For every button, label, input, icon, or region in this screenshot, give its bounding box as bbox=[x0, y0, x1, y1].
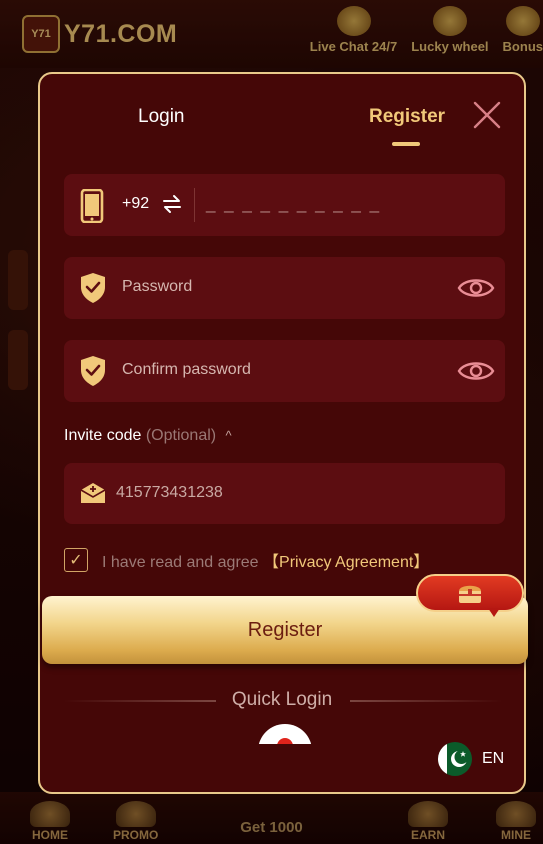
invite-code-input[interactable]: 415773431238 bbox=[116, 484, 223, 502]
agreement-text: I have read and agree 【Privacy Agreement… bbox=[102, 548, 429, 572]
language-code: EN bbox=[482, 750, 505, 767]
eye-icon[interactable] bbox=[457, 273, 495, 303]
register-modal: Login Register +92 _ _ _ _ _ _ _ _ _ _ P… bbox=[38, 72, 528, 794]
field-divider bbox=[194, 188, 195, 222]
swap-icon[interactable] bbox=[162, 192, 182, 216]
invite-optional-label: (Optional) bbox=[145, 427, 217, 444]
tab-register[interactable]: Register bbox=[369, 106, 445, 128]
chevron-up-icon: ^ bbox=[225, 428, 232, 443]
language-selector[interactable]: EN bbox=[438, 742, 504, 776]
agreement-row: ✓ I have read and agree 【Privacy Agreeme… bbox=[64, 548, 429, 572]
confirm-password-field[interactable]: Confirm password bbox=[64, 340, 505, 402]
quick-login-icon bbox=[258, 724, 312, 744]
pakistan-flag-icon bbox=[438, 742, 472, 776]
password-field[interactable]: Password bbox=[64, 257, 505, 319]
agreement-label: I have read and agree bbox=[102, 554, 259, 571]
confirm-password-input[interactable]: Confirm password bbox=[122, 361, 251, 379]
shield-icon bbox=[81, 356, 105, 386]
shield-icon bbox=[81, 273, 105, 303]
invite-code-toggle[interactable]: Invite code (Optional) ^ bbox=[64, 427, 232, 445]
gift-bubble[interactable] bbox=[416, 574, 524, 612]
privacy-agreement-link[interactable]: 【Privacy Agreement】 bbox=[263, 554, 429, 571]
phone-field[interactable]: +92 _ _ _ _ _ _ _ _ _ _ bbox=[64, 174, 505, 236]
gift-bubble-tail bbox=[488, 608, 500, 617]
phone-input[interactable]: _ _ _ _ _ _ _ _ _ _ bbox=[206, 194, 381, 214]
invite-code-field[interactable]: 415773431238 bbox=[64, 463, 505, 524]
quick-login-divider-right bbox=[350, 700, 502, 702]
eye-icon[interactable] bbox=[457, 356, 495, 386]
close-icon[interactable] bbox=[472, 100, 502, 130]
quick-login-icon-dot bbox=[277, 738, 293, 744]
tab-active-indicator bbox=[392, 142, 420, 146]
tab-login[interactable]: Login bbox=[138, 106, 185, 128]
agreement-checkbox[interactable]: ✓ bbox=[64, 548, 88, 572]
phone-icon bbox=[80, 189, 104, 223]
invite-code-label: Invite code bbox=[64, 427, 142, 444]
treasure-chest-icon bbox=[459, 585, 481, 603]
quick-login-option[interactable] bbox=[258, 724, 312, 744]
envelope-icon bbox=[80, 483, 106, 503]
country-code[interactable]: +92 bbox=[122, 195, 149, 213]
checkmark-icon: ✓ bbox=[69, 552, 83, 569]
password-input[interactable]: Password bbox=[122, 278, 192, 296]
